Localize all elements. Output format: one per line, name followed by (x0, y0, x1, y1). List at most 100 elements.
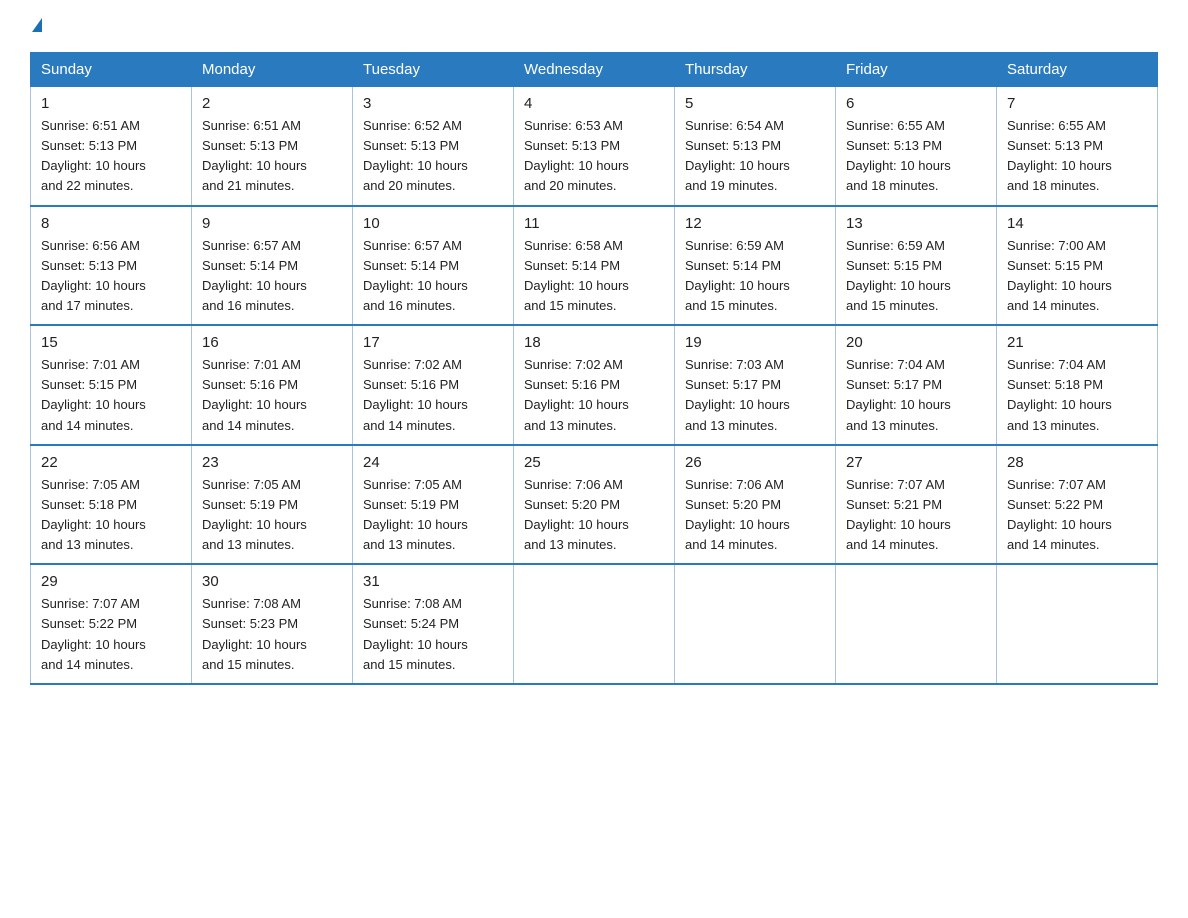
calendar-cell: 10 Sunrise: 6:57 AMSunset: 5:14 PMDaylig… (353, 206, 514, 326)
day-info: Sunrise: 7:05 AMSunset: 5:18 PMDaylight:… (41, 477, 146, 552)
day-info: Sunrise: 6:59 AMSunset: 5:15 PMDaylight:… (846, 238, 951, 313)
day-info: Sunrise: 7:00 AMSunset: 5:15 PMDaylight:… (1007, 238, 1112, 313)
calendar-cell: 16 Sunrise: 7:01 AMSunset: 5:16 PMDaylig… (192, 325, 353, 445)
day-number: 9 (202, 215, 342, 232)
calendar-body: 1 Sunrise: 6:51 AMSunset: 5:13 PMDayligh… (31, 87, 1158, 684)
calendar-cell: 19 Sunrise: 7:03 AMSunset: 5:17 PMDaylig… (675, 325, 836, 445)
day-number: 17 (363, 334, 503, 351)
day-number: 26 (685, 454, 825, 471)
calendar-week-row: 1 Sunrise: 6:51 AMSunset: 5:13 PMDayligh… (31, 87, 1158, 206)
day-info: Sunrise: 6:55 AMSunset: 5:13 PMDaylight:… (1007, 118, 1112, 193)
calendar-cell: 20 Sunrise: 7:04 AMSunset: 5:17 PMDaylig… (836, 325, 997, 445)
day-info: Sunrise: 6:57 AMSunset: 5:14 PMDaylight:… (363, 238, 468, 313)
calendar-cell (514, 564, 675, 684)
calendar-cell: 26 Sunrise: 7:06 AMSunset: 5:20 PMDaylig… (675, 445, 836, 565)
day-number: 12 (685, 215, 825, 232)
weekday-header-wednesday: Wednesday (514, 53, 675, 87)
calendar-cell: 28 Sunrise: 7:07 AMSunset: 5:22 PMDaylig… (997, 445, 1158, 565)
day-info: Sunrise: 7:05 AMSunset: 5:19 PMDaylight:… (202, 477, 307, 552)
calendar-cell: 5 Sunrise: 6:54 AMSunset: 5:13 PMDayligh… (675, 87, 836, 206)
calendar-cell: 12 Sunrise: 6:59 AMSunset: 5:14 PMDaylig… (675, 206, 836, 326)
day-info: Sunrise: 7:02 AMSunset: 5:16 PMDaylight:… (524, 357, 629, 432)
day-number: 25 (524, 454, 664, 471)
day-number: 15 (41, 334, 181, 351)
day-number: 5 (685, 95, 825, 112)
calendar-cell: 30 Sunrise: 7:08 AMSunset: 5:23 PMDaylig… (192, 564, 353, 684)
calendar-cell: 9 Sunrise: 6:57 AMSunset: 5:14 PMDayligh… (192, 206, 353, 326)
day-info: Sunrise: 6:57 AMSunset: 5:14 PMDaylight:… (202, 238, 307, 313)
calendar-cell: 31 Sunrise: 7:08 AMSunset: 5:24 PMDaylig… (353, 564, 514, 684)
day-number: 20 (846, 334, 986, 351)
day-info: Sunrise: 7:07 AMSunset: 5:22 PMDaylight:… (1007, 477, 1112, 552)
calendar-cell: 24 Sunrise: 7:05 AMSunset: 5:19 PMDaylig… (353, 445, 514, 565)
calendar-week-row: 8 Sunrise: 6:56 AMSunset: 5:13 PMDayligh… (31, 206, 1158, 326)
calendar-cell: 17 Sunrise: 7:02 AMSunset: 5:16 PMDaylig… (353, 325, 514, 445)
day-number: 21 (1007, 334, 1147, 351)
day-number: 19 (685, 334, 825, 351)
day-number: 6 (846, 95, 986, 112)
calendar-cell: 23 Sunrise: 7:05 AMSunset: 5:19 PMDaylig… (192, 445, 353, 565)
day-info: Sunrise: 7:03 AMSunset: 5:17 PMDaylight:… (685, 357, 790, 432)
page-header (30, 20, 1158, 34)
calendar-header: SundayMondayTuesdayWednesdayThursdayFrid… (31, 53, 1158, 87)
calendar-week-row: 29 Sunrise: 7:07 AMSunset: 5:22 PMDaylig… (31, 564, 1158, 684)
day-info: Sunrise: 6:58 AMSunset: 5:14 PMDaylight:… (524, 238, 629, 313)
calendar-cell: 14 Sunrise: 7:00 AMSunset: 5:15 PMDaylig… (997, 206, 1158, 326)
weekday-header-sunday: Sunday (31, 53, 192, 87)
day-info: Sunrise: 6:53 AMSunset: 5:13 PMDaylight:… (524, 118, 629, 193)
day-number: 14 (1007, 215, 1147, 232)
day-info: Sunrise: 7:04 AMSunset: 5:18 PMDaylight:… (1007, 357, 1112, 432)
calendar-cell: 21 Sunrise: 7:04 AMSunset: 5:18 PMDaylig… (997, 325, 1158, 445)
calendar-cell: 8 Sunrise: 6:56 AMSunset: 5:13 PMDayligh… (31, 206, 192, 326)
day-number: 2 (202, 95, 342, 112)
day-info: Sunrise: 7:07 AMSunset: 5:21 PMDaylight:… (846, 477, 951, 552)
day-info: Sunrise: 6:54 AMSunset: 5:13 PMDaylight:… (685, 118, 790, 193)
calendar-cell (675, 564, 836, 684)
day-info: Sunrise: 7:01 AMSunset: 5:16 PMDaylight:… (202, 357, 307, 432)
calendar-cell: 4 Sunrise: 6:53 AMSunset: 5:13 PMDayligh… (514, 87, 675, 206)
day-number: 29 (41, 573, 181, 590)
weekday-header-monday: Monday (192, 53, 353, 87)
calendar-cell: 27 Sunrise: 7:07 AMSunset: 5:21 PMDaylig… (836, 445, 997, 565)
day-number: 22 (41, 454, 181, 471)
day-number: 31 (363, 573, 503, 590)
calendar-cell: 13 Sunrise: 6:59 AMSunset: 5:15 PMDaylig… (836, 206, 997, 326)
calendar-cell: 1 Sunrise: 6:51 AMSunset: 5:13 PMDayligh… (31, 87, 192, 206)
day-number: 27 (846, 454, 986, 471)
weekday-header-saturday: Saturday (997, 53, 1158, 87)
day-info: Sunrise: 7:06 AMSunset: 5:20 PMDaylight:… (524, 477, 629, 552)
calendar-cell: 6 Sunrise: 6:55 AMSunset: 5:13 PMDayligh… (836, 87, 997, 206)
calendar-cell (997, 564, 1158, 684)
weekday-header-friday: Friday (836, 53, 997, 87)
calendar-cell: 22 Sunrise: 7:05 AMSunset: 5:18 PMDaylig… (31, 445, 192, 565)
weekday-header-tuesday: Tuesday (353, 53, 514, 87)
day-number: 4 (524, 95, 664, 112)
day-number: 7 (1007, 95, 1147, 112)
calendar-cell: 18 Sunrise: 7:02 AMSunset: 5:16 PMDaylig… (514, 325, 675, 445)
day-info: Sunrise: 7:08 AMSunset: 5:24 PMDaylight:… (363, 596, 468, 671)
day-info: Sunrise: 6:59 AMSunset: 5:14 PMDaylight:… (685, 238, 790, 313)
day-info: Sunrise: 6:51 AMSunset: 5:13 PMDaylight:… (41, 118, 146, 193)
day-info: Sunrise: 7:04 AMSunset: 5:17 PMDaylight:… (846, 357, 951, 432)
day-number: 23 (202, 454, 342, 471)
weekday-header-row: SundayMondayTuesdayWednesdayThursdayFrid… (31, 53, 1158, 87)
day-info: Sunrise: 7:01 AMSunset: 5:15 PMDaylight:… (41, 357, 146, 432)
day-info: Sunrise: 6:55 AMSunset: 5:13 PMDaylight:… (846, 118, 951, 193)
calendar-cell: 25 Sunrise: 7:06 AMSunset: 5:20 PMDaylig… (514, 445, 675, 565)
calendar-cell: 2 Sunrise: 6:51 AMSunset: 5:13 PMDayligh… (192, 87, 353, 206)
calendar-week-row: 22 Sunrise: 7:05 AMSunset: 5:18 PMDaylig… (31, 445, 1158, 565)
weekday-header-thursday: Thursday (675, 53, 836, 87)
day-number: 16 (202, 334, 342, 351)
logo-triangle-icon (32, 18, 42, 32)
calendar-cell: 29 Sunrise: 7:07 AMSunset: 5:22 PMDaylig… (31, 564, 192, 684)
calendar-cell (836, 564, 997, 684)
day-number: 28 (1007, 454, 1147, 471)
day-info: Sunrise: 7:05 AMSunset: 5:19 PMDaylight:… (363, 477, 468, 552)
day-number: 30 (202, 573, 342, 590)
day-number: 8 (41, 215, 181, 232)
day-info: Sunrise: 7:07 AMSunset: 5:22 PMDaylight:… (41, 596, 146, 671)
day-number: 10 (363, 215, 503, 232)
day-info: Sunrise: 6:56 AMSunset: 5:13 PMDaylight:… (41, 238, 146, 313)
day-number: 24 (363, 454, 503, 471)
calendar-table: SundayMondayTuesdayWednesdayThursdayFrid… (30, 52, 1158, 685)
